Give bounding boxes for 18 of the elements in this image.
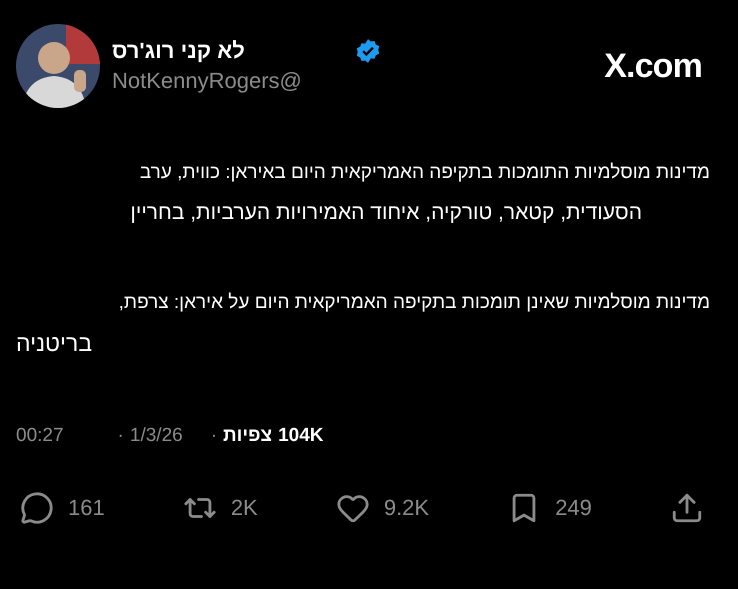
tweet-date[interactable]: 1/3/26 <box>130 422 183 450</box>
tweet-text-line: הסעודית, קטאר, טורקיה, איחוד האמירויות הערביות, בחריין <box>130 200 642 226</box>
site-logo: X.com <box>604 46 702 86</box>
display-name[interactable]: לא קני רוג'רס <box>112 37 245 65</box>
reply-button[interactable]: 161 <box>20 490 105 524</box>
views-count: 104K <box>278 424 324 448</box>
tweet-text-line: בריטניה <box>16 329 92 358</box>
repost-button[interactable]: 2K <box>182 490 258 524</box>
like-button[interactable]: 9.2K <box>336 490 430 524</box>
tweet-time: 00:27 <box>16 424 64 448</box>
separator-dot: · <box>210 424 218 448</box>
tweet-text-line: מדינות מוסלמיות שאינן תומכות בתקיפה האמריקאית היום על איראן: צרפת, <box>118 291 710 315</box>
reply-icon <box>20 490 54 524</box>
tweet-text-line: מדינות מוסלמיות התומכות בתקיפה האמריקאית היום באיראן: כווית, ערב <box>140 161 710 185</box>
user-handle[interactable]: NotKennyRogers@ <box>112 67 381 95</box>
bookmark-button[interactable]: 249 <box>507 490 592 524</box>
views-label: צפיות <box>223 424 272 448</box>
separator-dot: · <box>118 424 124 448</box>
